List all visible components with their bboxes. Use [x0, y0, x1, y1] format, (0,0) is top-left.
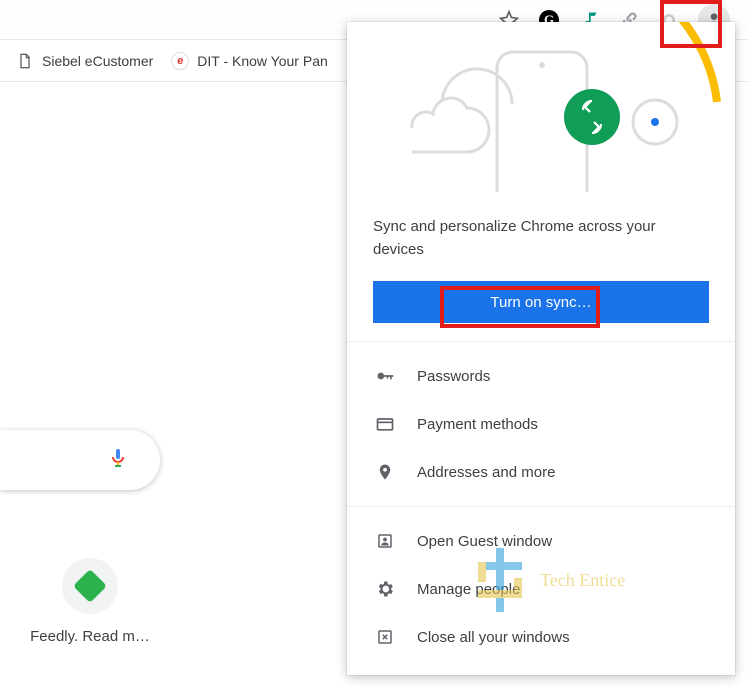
voice-search-icon[interactable]: [106, 446, 130, 475]
menu-item-close-windows[interactable]: Close all your windows: [347, 613, 735, 661]
autofill-menu: Passwords Payment methods Addresses and …: [347, 342, 735, 506]
gear-icon: [375, 579, 395, 599]
bookmark-label: DIT - Know Your Pan: [197, 53, 327, 69]
ntp-shortcut[interactable]: Feedly. Read m…: [30, 558, 150, 645]
menu-item-passwords[interactable]: Passwords: [347, 352, 735, 400]
key-icon: [375, 366, 395, 386]
dit-icon: e: [171, 52, 189, 70]
search-box[interactable]: [0, 430, 160, 490]
menu-label: Addresses and more: [417, 464, 555, 481]
turn-on-sync-button[interactable]: Turn on sync…: [373, 281, 709, 323]
menu-label: Passwords: [417, 368, 490, 385]
card-icon: [375, 414, 395, 434]
close-windows-icon: [375, 627, 395, 647]
bookmark-item[interactable]: Siebel eCustomer: [16, 52, 153, 70]
popover-hero-illustration: [347, 22, 735, 192]
menu-item-payment[interactable]: Payment methods: [347, 400, 735, 448]
sync-description: Sync and personalize Chrome across your …: [347, 192, 735, 269]
feedly-icon: [62, 558, 118, 614]
shortcut-label: Feedly. Read m…: [30, 628, 150, 645]
file-icon: [16, 52, 34, 70]
bookmark-item[interactable]: e DIT - Know Your Pan: [171, 52, 327, 70]
bookmark-label: Siebel eCustomer: [42, 53, 153, 69]
watermark: Tech Entice: [470, 540, 625, 620]
menu-label: Close all your windows: [417, 629, 570, 646]
menu-label: Payment methods: [417, 416, 538, 433]
guest-icon: [375, 531, 395, 551]
menu-item-addresses[interactable]: Addresses and more: [347, 448, 735, 496]
location-icon: [375, 462, 395, 482]
